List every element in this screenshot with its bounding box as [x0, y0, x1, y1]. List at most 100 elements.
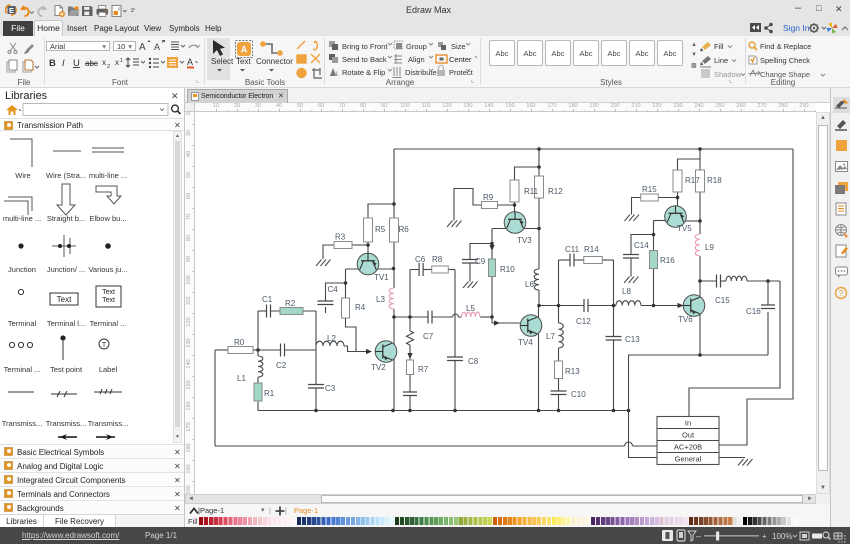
svg-text:Text: Text [102, 289, 115, 296]
svg-text:x: x [115, 58, 119, 67]
svg-text:I: I [62, 58, 65, 69]
svg-text:R9: R9 [483, 193, 494, 202]
svg-text:A: A [139, 42, 146, 53]
svg-text:Size: Size [451, 42, 466, 51]
svg-text:L7: L7 [546, 332, 555, 341]
svg-text:x: x [102, 58, 106, 67]
svg-text:abc: abc [85, 59, 98, 68]
svg-text:C10: C10 [571, 390, 586, 399]
svg-text:AC+20B: AC+20B [674, 443, 702, 452]
svg-text:L3: L3 [376, 295, 385, 304]
svg-text:Text: Text [236, 57, 251, 66]
svg-text:R10: R10 [500, 265, 515, 274]
svg-text:Text: Text [102, 297, 115, 304]
svg-text:T: T [102, 342, 107, 349]
svg-text:C6: C6 [415, 255, 426, 264]
svg-text:–: – [696, 531, 701, 541]
svg-text:Bring to Front: Bring to Front [342, 42, 388, 51]
svg-text:C16: C16 [746, 307, 761, 316]
svg-text:Find & Replace: Find & Replace [760, 42, 811, 51]
svg-text:100%: 100% [772, 532, 792, 541]
svg-text:U: U [73, 58, 80, 69]
svg-text:Align: Align [408, 55, 425, 64]
svg-text:Send to Back: Send to Back [342, 55, 387, 64]
svg-text:R8: R8 [432, 255, 443, 264]
svg-text:TV3: TV3 [517, 236, 532, 245]
svg-text:Center: Center [449, 55, 472, 64]
svg-text:C11: C11 [565, 245, 580, 254]
svg-text:Change Shape: Change Shape [760, 70, 810, 79]
svg-text:C1: C1 [262, 295, 273, 304]
svg-text:Select: Select [211, 57, 234, 66]
svg-text:A: A [154, 42, 160, 52]
svg-text:C4: C4 [328, 285, 339, 294]
svg-text:R0: R0 [234, 338, 245, 347]
svg-text:C12: C12 [576, 317, 591, 326]
svg-text:Terminal: Terminal [8, 319, 37, 328]
svg-text:C9: C9 [475, 257, 486, 266]
svg-text:General: General [675, 455, 702, 464]
svg-text:Wire (Stra...: Wire (Stra... [46, 171, 86, 180]
svg-text:L1: L1 [237, 374, 246, 383]
svg-text:Straight b...: Straight b... [47, 214, 85, 223]
svg-text:Label: Label [99, 365, 118, 374]
svg-text:R11: R11 [524, 187, 539, 196]
svg-text:Terminal ...: Terminal ... [4, 365, 41, 374]
svg-text:R3: R3 [335, 233, 346, 242]
svg-text:TV4: TV4 [518, 338, 533, 347]
svg-text:Line: Line [714, 56, 728, 65]
svg-text:R1: R1 [264, 389, 275, 398]
svg-text:R16: R16 [660, 256, 675, 265]
svg-text:Transmiss...: Transmiss... [88, 419, 129, 428]
svg-text:Out: Out [682, 431, 695, 440]
svg-text:A: A [241, 45, 248, 55]
svg-text:Terminal ...: Terminal ... [90, 319, 127, 328]
svg-text:Text: Text [57, 295, 72, 304]
svg-text:R13: R13 [565, 367, 580, 376]
svg-text:L8: L8 [622, 287, 631, 296]
svg-text:R4: R4 [355, 303, 366, 312]
svg-text:Elbow bu...: Elbow bu... [89, 214, 126, 223]
svg-text:1: 1 [120, 58, 123, 64]
svg-text:Shadow: Shadow [714, 70, 742, 79]
svg-text:multi-line ...: multi-line ... [3, 214, 41, 223]
svg-text:L9: L9 [705, 243, 714, 252]
svg-text:In: In [685, 419, 691, 428]
svg-text:Test point: Test point [50, 365, 83, 374]
svg-text:Rotate & Flip: Rotate & Flip [342, 68, 385, 77]
svg-text:A: A [187, 57, 193, 67]
svg-text:Various ju...: Various ju... [88, 265, 127, 274]
svg-text:multi-line ...: multi-line ... [89, 171, 127, 180]
svg-text:C8: C8 [468, 357, 479, 366]
svg-text:C3: C3 [325, 384, 336, 393]
svg-text:C7: C7 [423, 332, 434, 341]
svg-text:E: E [9, 6, 14, 15]
svg-text:R12: R12 [548, 187, 563, 196]
svg-text:Spelling Check: Spelling Check [760, 56, 810, 65]
svg-text:Junction/ ...: Junction/ ... [47, 265, 85, 274]
svg-text:C14: C14 [634, 241, 649, 250]
svg-text:Fill: Fill [714, 42, 724, 51]
svg-text:Group: Group [406, 42, 427, 51]
svg-text:R14: R14 [584, 245, 599, 254]
svg-text:TV5: TV5 [677, 224, 692, 233]
svg-text:R2: R2 [285, 299, 296, 308]
svg-text:R6: R6 [399, 225, 410, 234]
svg-text:Transmiss...: Transmiss... [2, 419, 43, 428]
svg-text:Terminal l...: Terminal l... [47, 319, 85, 328]
svg-text:B: B [49, 58, 56, 69]
svg-text:Distribute: Distribute [405, 68, 437, 77]
svg-text:Wire: Wire [15, 171, 30, 180]
svg-text:L5: L5 [466, 304, 475, 313]
svg-text:TV6: TV6 [678, 315, 693, 324]
svg-text:R15: R15 [642, 185, 657, 194]
svg-text:L6: L6 [525, 280, 534, 289]
svg-text:Connector: Connector [256, 57, 293, 66]
svg-text:?: ? [839, 289, 844, 298]
svg-text:R17: R17 [685, 176, 700, 185]
svg-text:C13: C13 [625, 335, 640, 344]
svg-text:L2: L2 [327, 334, 336, 343]
svg-text:+: + [762, 532, 767, 541]
svg-text:Sign In: Sign In [783, 23, 810, 33]
svg-text:C15: C15 [715, 296, 730, 305]
